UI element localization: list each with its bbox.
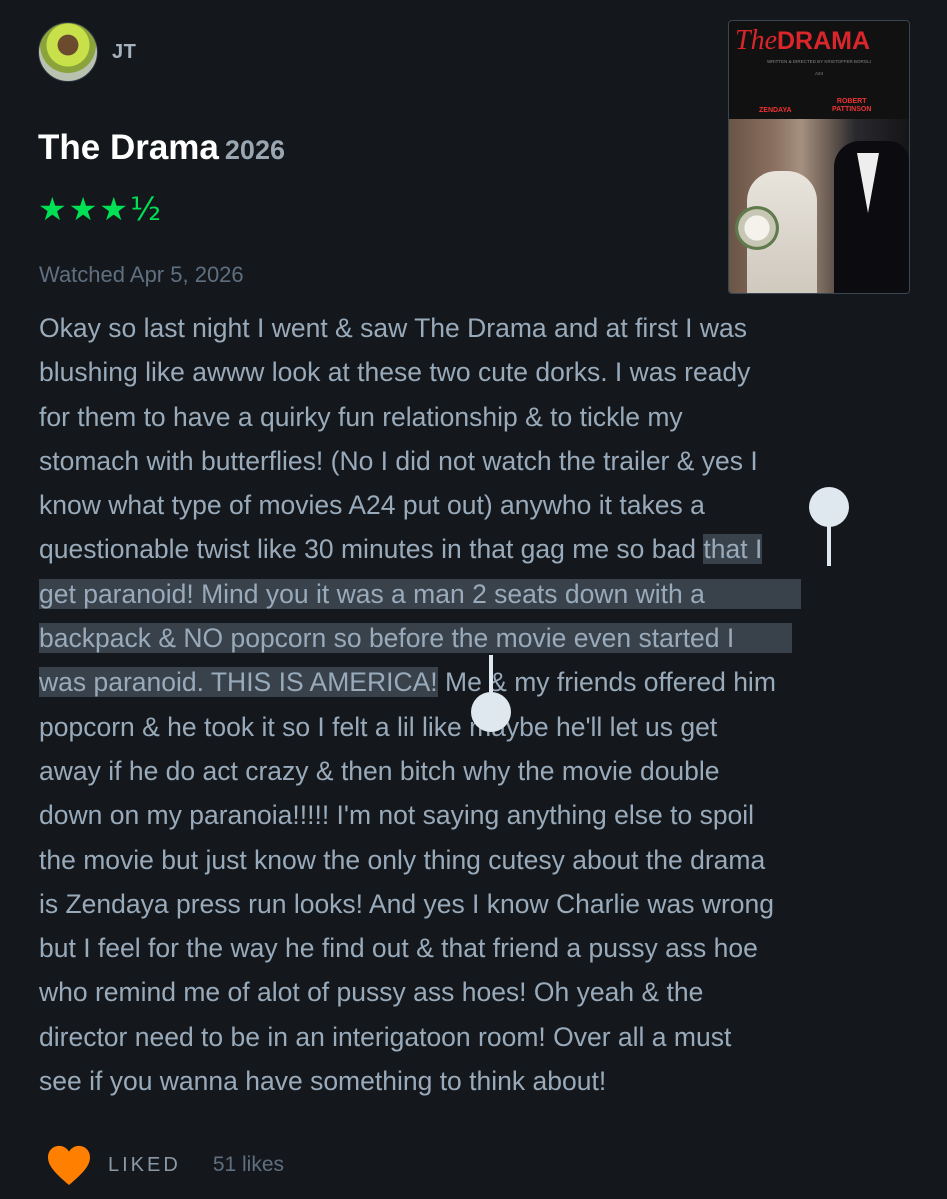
film-year[interactable]: 2026 [225, 135, 285, 165]
avatar[interactable] [38, 22, 98, 82]
review-line: is Zendaya press run looks! And yes I kn… [39, 888, 774, 919]
review-line: stomach with butterflies! (No I did not … [39, 445, 758, 476]
poster-bouquet [735, 206, 779, 250]
poster-title: TheDRAMA [735, 25, 871, 56]
poster-actor: ZENDAYA [759, 107, 792, 114]
selected-text: backpack & NO popcorn so before the movi… [39, 623, 793, 654]
selected-text: was paranoid. THIS IS AMERICA! [39, 667, 438, 698]
film-poster[interactable]: TheDRAMA WRITTEN & DIRECTED BY KRISTOFFE… [728, 20, 910, 294]
selection-start-stem[interactable] [827, 510, 831, 566]
selection-end-handle[interactable] [471, 692, 511, 732]
poster-header: TheDRAMA WRITTEN & DIRECTED BY KRISTOFFE… [729, 21, 909, 119]
heart-icon[interactable] [46, 1144, 92, 1186]
liked-label[interactable]: LIKED [108, 1154, 181, 1177]
review-line: who remind me of alot of pussy ass hoes!… [39, 977, 704, 1008]
review-author[interactable]: JT [38, 22, 136, 82]
review-line: get paranoid! Mind you it was a man 2 se… [39, 572, 917, 616]
film-title-block: The Drama 2026 [38, 128, 285, 168]
review-line: away if he do act crazy & then bitch why… [39, 755, 720, 786]
review-line: questionable twist like 30 minutes in th… [39, 534, 763, 565]
review-line: know what type of movies A24 put out) an… [39, 490, 705, 521]
review-line: backpack & NO popcorn so before the movi… [39, 616, 917, 660]
film-title[interactable]: The Drama [38, 128, 219, 167]
rating-stars: ★★★½ [38, 190, 164, 228]
review-line: down on my paranoia!!!!! I'm not saying … [39, 800, 755, 831]
review-line: but I feel for the way he find out & tha… [39, 933, 758, 964]
selected-text: get paranoid! Mind you it was a man 2 se… [39, 578, 801, 609]
likes-count[interactable]: 51 likes [213, 1153, 284, 1177]
review-line: director need to be in an interigatoon r… [39, 1021, 732, 1052]
selected-text: that I [703, 534, 763, 565]
poster-actor: ROBERT PATTINSON [832, 98, 872, 113]
review-line: blushing like awww look at these two cut… [39, 357, 751, 388]
review-line: Okay so last night I went & saw The Dram… [39, 313, 747, 343]
poster-credits: WRITTEN & DIRECTED BY KRISTOFFER BORGLI … [766, 59, 872, 76]
review-line: see if you wanna have something to think… [39, 1066, 607, 1097]
like-status[interactable]: LIKED 51 likes [46, 1142, 284, 1188]
review-line: for them to have a quirky fun relationsh… [39, 401, 683, 432]
review-line: the movie but just know the only thing c… [39, 844, 766, 875]
watched-date: Watched Apr 5, 2026 [39, 262, 244, 287]
username[interactable]: JT [112, 41, 136, 64]
